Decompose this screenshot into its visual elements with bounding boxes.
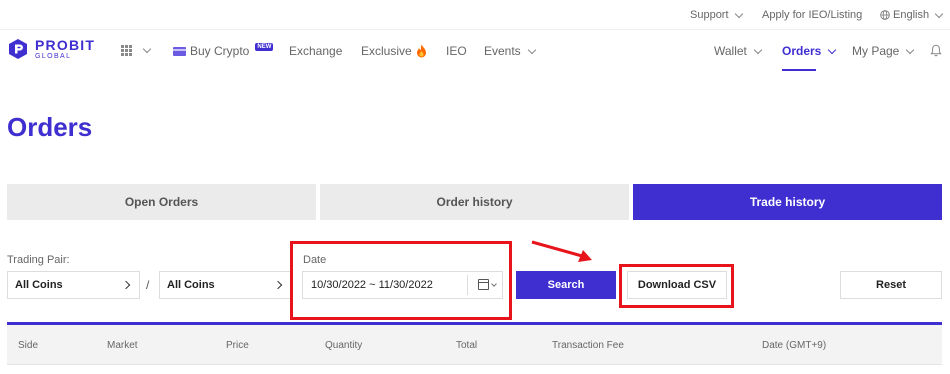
apps-menu[interactable]	[121, 44, 152, 56]
column-header-side: Side	[18, 340, 39, 351]
nav-ieo[interactable]: IEO	[446, 44, 467, 58]
language-selector[interactable]: English	[880, 9, 944, 21]
column-header-date: Date (GMT+9)	[762, 340, 827, 351]
tab-order-history[interactable]: Order history	[320, 184, 629, 220]
date-range-value: 10/30/2022 ~ 11/30/2022	[311, 279, 433, 291]
pair-separator: /	[146, 278, 150, 292]
apply-ieo-link[interactable]: Apply for IEO/Listing	[762, 9, 862, 21]
chevron-down-icon	[753, 45, 763, 54]
fire-icon	[416, 44, 426, 58]
date-range-picker[interactable]: 10/30/2022 ~ 11/30/2022	[302, 271, 503, 299]
calendar-icon	[478, 279, 489, 290]
download-csv-button[interactable]: Download CSV	[627, 271, 727, 299]
exchange-label: Exchange	[289, 44, 343, 58]
chevron-down-icon	[734, 9, 743, 18]
nav-orders[interactable]: Orders	[782, 44, 837, 58]
credit-card-icon	[173, 46, 186, 56]
nav-exclusive[interactable]: Exclusive	[361, 44, 427, 58]
calendar-toggle[interactable]	[478, 279, 497, 290]
date-divider	[467, 275, 468, 295]
globe-icon	[880, 10, 890, 20]
grid-icon	[121, 45, 132, 56]
nav-events[interactable]: Events	[484, 44, 536, 58]
support-label: Support	[690, 9, 729, 21]
date-label: Date	[303, 254, 327, 266]
nav-my-page[interactable]: My Page	[852, 44, 915, 58]
search-button[interactable]: Search	[516, 271, 616, 299]
brand-name: PROBIT	[35, 37, 96, 53]
bell-icon	[930, 44, 942, 57]
column-header-total: Total	[456, 340, 478, 351]
probit-logo[interactable]: PROBIT GLOBAL	[7, 38, 95, 60]
buy-crypto-label: Buy Crypto	[190, 44, 250, 58]
column-header-quantity: Quantity	[325, 340, 363, 351]
chevron-right-icon	[273, 280, 283, 290]
base-coin-select[interactable]: All Coins	[7, 271, 140, 299]
main-navbar: PROBIT GLOBAL Buy Crypto NEW Exchange Ex…	[0, 31, 950, 73]
base-coin-value: All Coins	[15, 279, 63, 291]
chevron-right-icon	[121, 280, 131, 290]
chevron-down-icon	[906, 45, 915, 54]
quote-coin-select[interactable]: All Coins	[159, 271, 292, 299]
nav-exchange[interactable]: Exchange	[289, 44, 342, 58]
chevron-down-icon	[491, 280, 497, 287]
brand-sub: GLOBAL	[35, 53, 72, 60]
active-nav-underline	[782, 69, 816, 71]
reset-button[interactable]: Reset	[840, 271, 942, 299]
quote-coin-value: All Coins	[167, 279, 215, 291]
events-label: Events	[484, 44, 521, 58]
page-title: Orders	[7, 112, 93, 142]
trade-history-table-header: Side Market Price Quantity Total Transac…	[7, 325, 942, 365]
chevron-down-icon	[527, 45, 536, 54]
new-badge: NEW	[255, 43, 274, 51]
language-label: English	[893, 9, 930, 21]
column-header-price: Price	[226, 340, 249, 351]
column-header-market: Market	[107, 340, 138, 351]
nav-buy-crypto[interactable]: Buy Crypto NEW	[173, 43, 274, 58]
notifications-button[interactable]	[930, 44, 942, 57]
orders-tabs: Open Orders Order history Trade history	[7, 184, 942, 220]
annotation-arrow-icon	[531, 240, 592, 262]
exclusive-label: Exclusive	[361, 44, 412, 58]
apply-ieo-label: Apply for IEO/Listing	[762, 9, 863, 21]
column-header-transaction-fee: Transaction Fee	[552, 340, 624, 351]
tab-open-orders[interactable]: Open Orders	[7, 184, 316, 220]
support-menu[interactable]: Support	[690, 9, 743, 21]
my-page-label: My Page	[852, 44, 900, 58]
trading-pair-label: Trading Pair:	[7, 254, 70, 266]
orders-label: Orders	[782, 44, 822, 58]
top-utility-bar: Support Apply for IEO/Listing English	[0, 0, 950, 30]
wallet-label: Wallet	[714, 44, 747, 58]
nav-wallet[interactable]: Wallet	[714, 44, 763, 58]
chevron-down-icon	[934, 9, 944, 18]
chevron-down-icon	[142, 44, 152, 54]
ieo-label: IEO	[446, 44, 467, 58]
tab-trade-history[interactable]: Trade history	[633, 184, 942, 220]
probit-logo-icon	[9, 39, 27, 59]
chevron-down-icon	[828, 45, 837, 54]
